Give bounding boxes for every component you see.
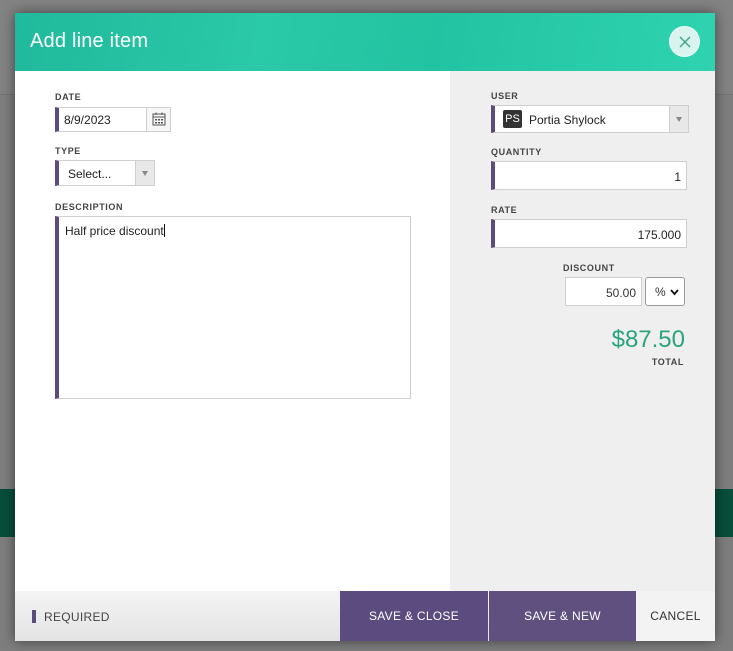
calendar-icon	[152, 112, 166, 126]
type-label: TYPE	[55, 146, 81, 156]
add-line-item-dialog: Add line item DATE 8/9/2023 TYPE Select.…	[15, 13, 715, 641]
user-label: USER	[491, 91, 519, 101]
discount-value: 50.00	[605, 286, 636, 300]
total-amount: $87.50	[611, 326, 685, 353]
description-label: DESCRIPTION	[55, 202, 124, 212]
quantity-label: QUANTITY	[491, 147, 542, 157]
type-value: Select...	[68, 167, 112, 181]
type-select[interactable]: Select...	[55, 160, 155, 186]
dialog-title: Add line item	[30, 30, 149, 52]
dialog-footer: REQUIRED SAVE & CLOSE SAVE & NEW CANCEL	[15, 591, 715, 641]
close-icon	[679, 36, 691, 48]
date-value: 8/9/2023	[64, 113, 111, 127]
calendar-button[interactable]	[146, 108, 170, 131]
cancel-button[interactable]: CANCEL	[636, 591, 715, 641]
description-textarea[interactable]: Half price discount	[55, 216, 411, 399]
discount-unit-value: %	[655, 285, 666, 299]
dialog-header: Add line item	[15, 13, 715, 71]
rate-input[interactable]: 175.000	[491, 219, 687, 248]
rate-label: RATE	[491, 205, 518, 215]
right-pane: USER PS Portia Shylock QUANTITY 1 RATE 1…	[450, 71, 715, 591]
description-value: Half price discount	[65, 224, 164, 238]
discount-label: DISCOUNT	[563, 263, 615, 273]
user-select[interactable]: PS Portia Shylock	[491, 105, 689, 133]
quantity-input[interactable]: 1	[491, 161, 687, 190]
text-caret	[163, 224, 165, 237]
discount-input[interactable]: 50.00	[565, 277, 642, 306]
save-close-button[interactable]: SAVE & CLOSE	[340, 591, 488, 641]
date-label: DATE	[55, 92, 82, 102]
chevron-down-icon[interactable]	[669, 106, 688, 132]
rate-value: 175.000	[637, 228, 681, 242]
total-label: TOTAL	[651, 357, 684, 367]
required-label: REQUIRED	[44, 610, 110, 624]
date-field[interactable]: 8/9/2023	[55, 107, 171, 132]
user-name: Portia Shylock	[529, 113, 606, 127]
chevron-down-icon[interactable]	[135, 161, 154, 185]
close-button[interactable]	[669, 26, 700, 57]
avatar: PS	[503, 110, 522, 128]
chevron-down-icon	[670, 289, 679, 296]
left-pane: DATE 8/9/2023 TYPE Select... DESCRIPTION…	[15, 71, 450, 591]
quantity-value: 1	[674, 170, 681, 184]
save-new-button[interactable]: SAVE & NEW	[489, 591, 636, 641]
discount-unit-select[interactable]: %	[645, 277, 685, 306]
required-indicator	[32, 610, 36, 623]
